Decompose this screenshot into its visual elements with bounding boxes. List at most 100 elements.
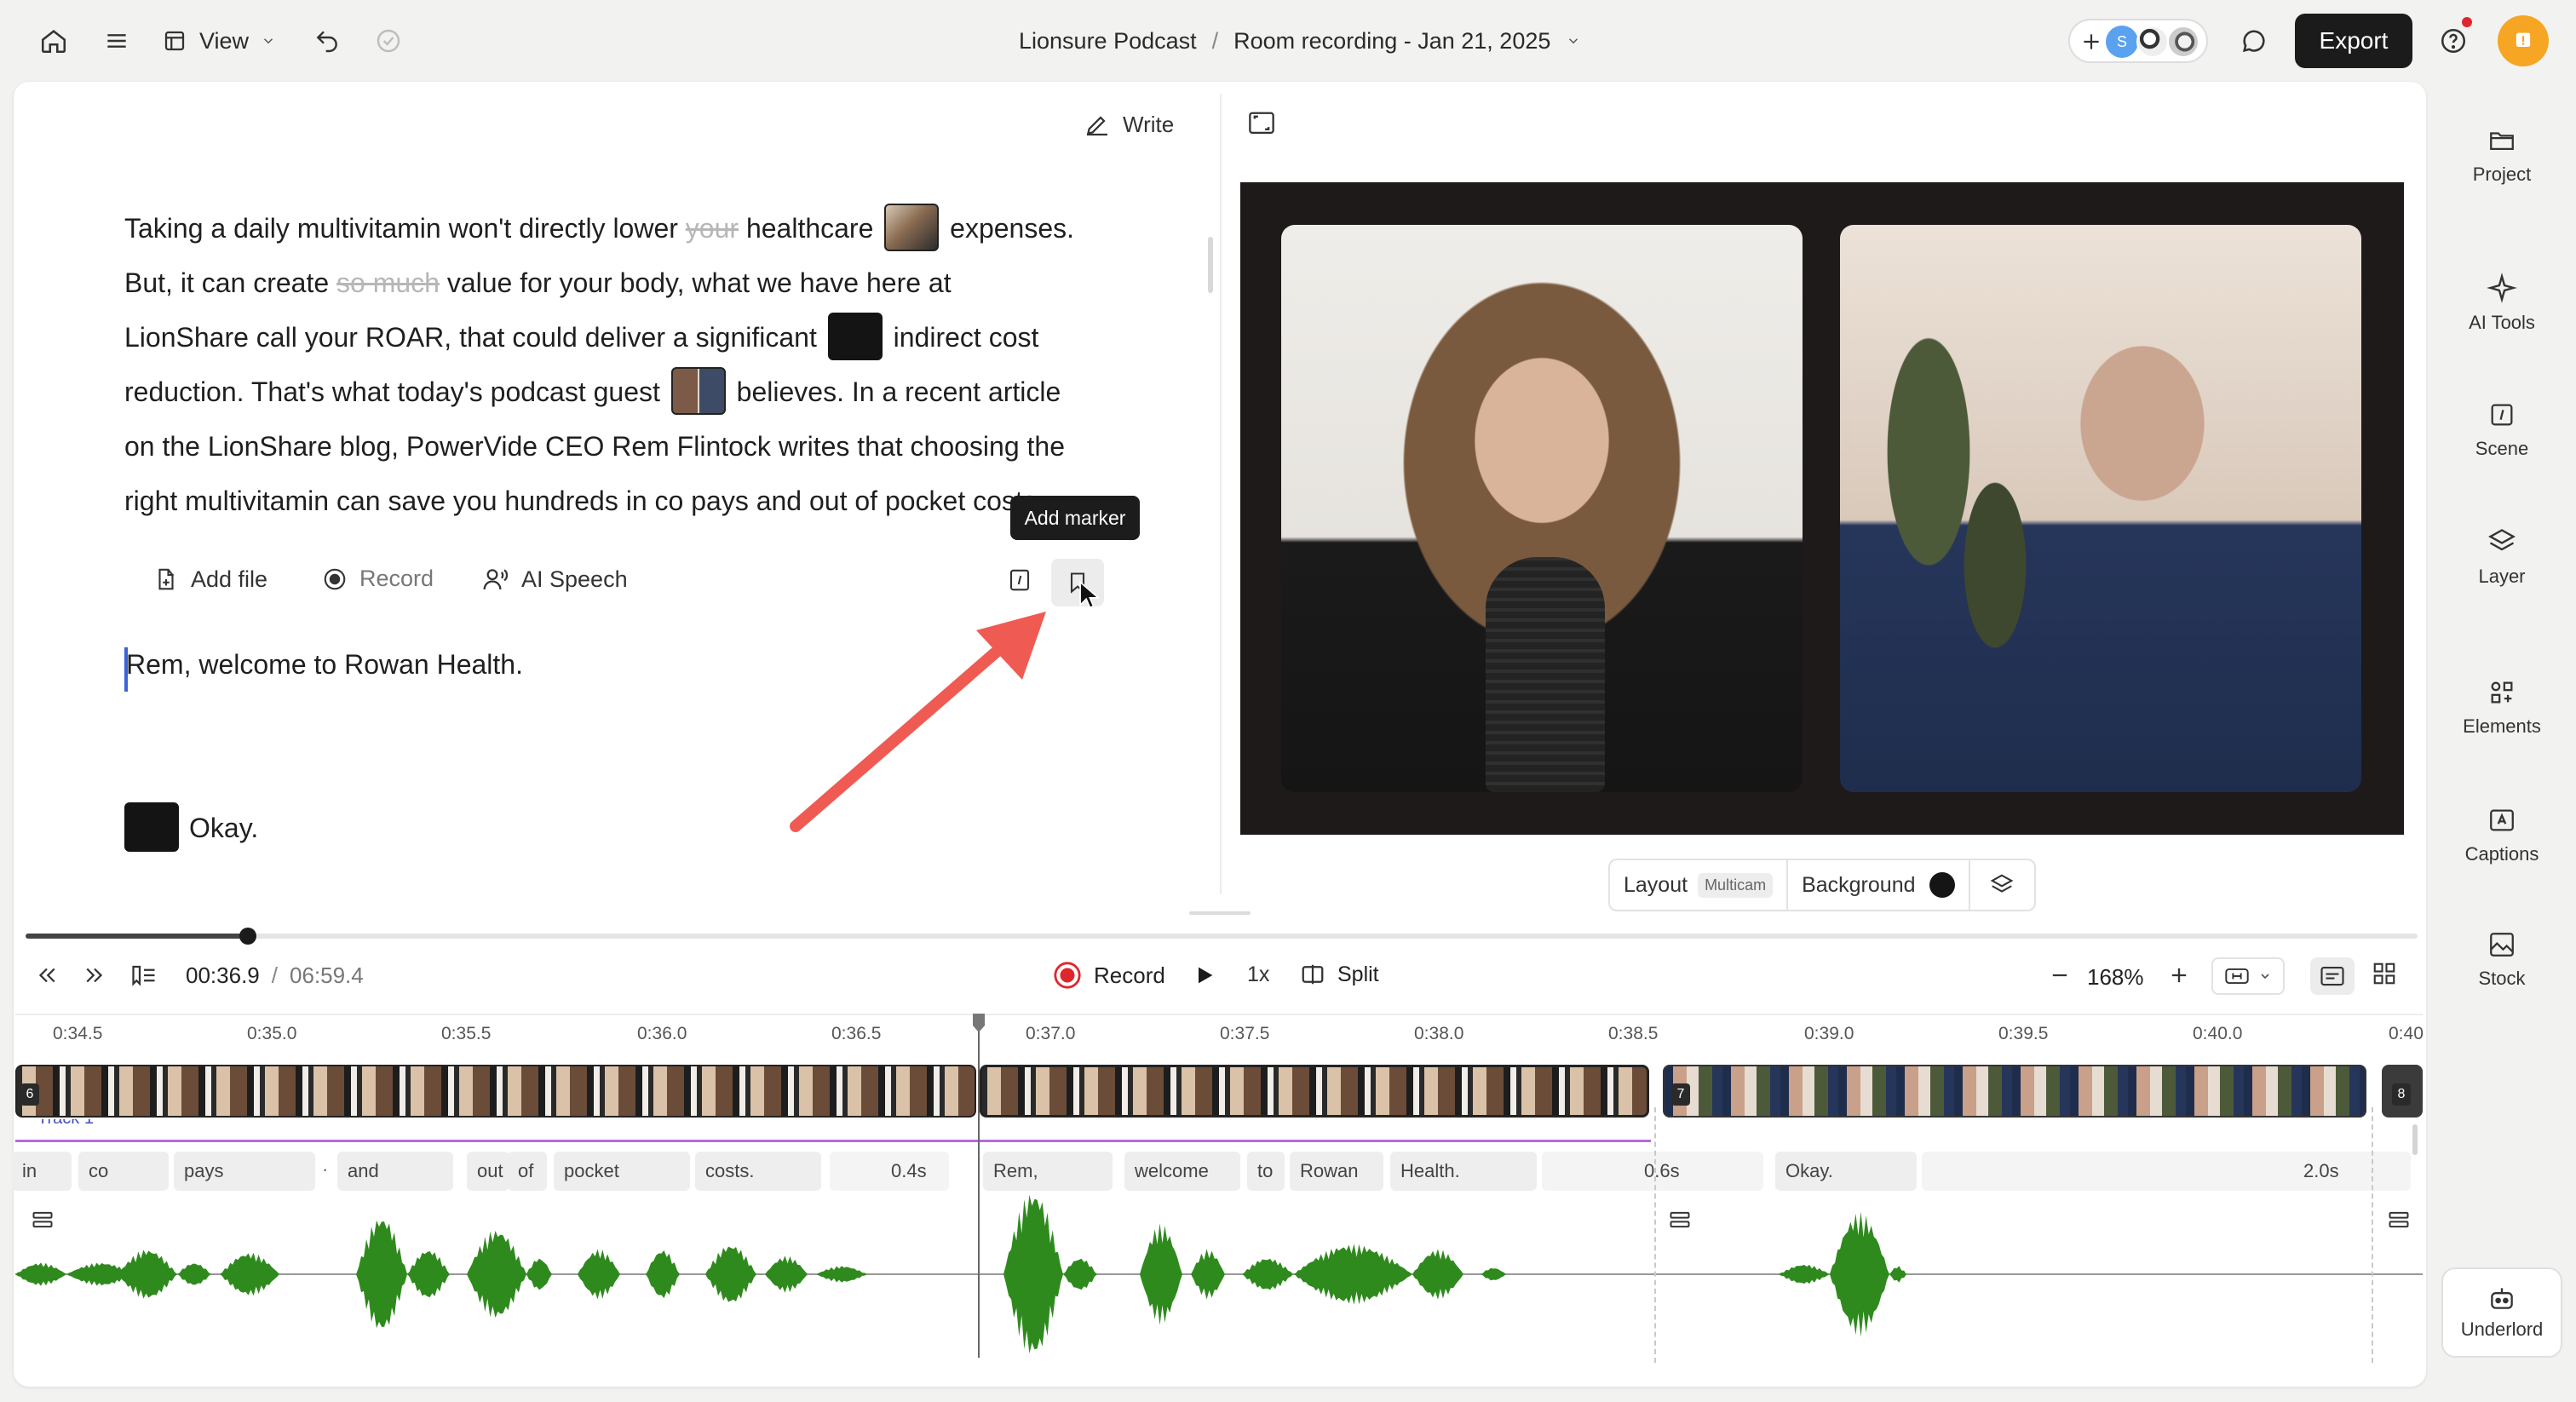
waveform-burst — [646, 1250, 680, 1299]
time-separator: / — [271, 962, 278, 988]
recording-name[interactable]: Room recording - Jan 21, 2025 — [1233, 28, 1550, 55]
collaborators-group[interactable]: S — [2068, 19, 2208, 63]
sidebar-item-elements[interactable]: Elements — [2438, 678, 2566, 738]
playback-speed[interactable]: 1x — [1247, 962, 1269, 987]
layout-button[interactable]: Layout Multicam — [1610, 860, 1789, 910]
word-gap-dot: · — [322, 1158, 329, 1180]
grid-view-icon[interactable] — [2372, 961, 2401, 990]
sidebar-item-ai-tools[interactable]: AI Tools — [2438, 273, 2566, 334]
notification-icon[interactable] — [2498, 15, 2549, 66]
rewind-icon[interactable] — [34, 962, 63, 991]
waveform-burst — [1242, 1258, 1293, 1290]
scene-thumbnail[interactable] — [827, 312, 883, 360]
layers-icon — [1990, 874, 2014, 893]
sidebar-item-stock[interactable]: Stock — [2438, 930, 2566, 990]
progress-knob[interactable] — [239, 928, 257, 945]
clip-boundary — [2372, 1107, 2373, 1363]
script-paragraph-3[interactable]: Okay. — [189, 801, 258, 855]
camera-feed-host — [1281, 225, 1803, 792]
timeline-record-button[interactable]: Record — [1053, 961, 1165, 990]
play-icon[interactable] — [1193, 962, 1218, 990]
fast-forward-icon[interactable] — [82, 962, 111, 991]
record-icon — [1054, 962, 1081, 989]
resize-handle[interactable] — [1189, 911, 1251, 915]
split-label: Split — [1337, 962, 1379, 986]
audio-waveform[interactable] — [15, 1184, 2423, 1363]
script-scrollbar[interactable] — [1208, 237, 1213, 293]
script-paragraph-2[interactable]: Rem, welcome to Rowan Health. — [126, 637, 523, 692]
scene-thumbnail[interactable] — [884, 203, 940, 251]
waveform-burst — [1481, 1267, 1506, 1281]
home-icon[interactable] — [34, 24, 73, 58]
sidebar-item-project[interactable]: Project — [2438, 126, 2566, 186]
record-label: Record — [359, 566, 434, 591]
undo-icon[interactable] — [310, 24, 344, 58]
help-icon[interactable] — [2436, 17, 2472, 58]
ai-speech-icon — [483, 569, 509, 590]
video-preview[interactable] — [1240, 182, 2404, 835]
timeline-scrollbar[interactable] — [2412, 1124, 2418, 1155]
progress-fill — [26, 934, 249, 939]
annotation-arrow-icon — [790, 612, 1046, 832]
chevron-down-icon[interactable] — [1566, 33, 1581, 49]
playhead[interactable] — [978, 1014, 980, 1358]
scene-break-icon[interactable] — [1007, 567, 1034, 595]
clip-number: 6 — [20, 1083, 39, 1106]
record-button[interactable]: Record — [322, 566, 434, 592]
script-paragraph[interactable]: Taking a daily multivitamin won't direct… — [124, 201, 1198, 528]
markers-list-icon[interactable] — [129, 962, 160, 991]
comment-icon[interactable] — [2237, 24, 2271, 58]
ruler-tick-label: 0:38.5 — [1608, 1024, 1659, 1043]
write-mode-button[interactable]: Write — [1084, 107, 1174, 141]
sidebar-item-layer[interactable]: Layer — [2438, 526, 2566, 588]
split-button[interactable]: Split — [1300, 961, 1379, 988]
script-text: But, it can create — [124, 267, 330, 298]
layers-icon — [2488, 529, 2516, 551]
waveform-burst — [177, 1263, 211, 1285]
underlord-button[interactable]: Underlord — [2441, 1267, 2562, 1358]
layout-icon — [164, 31, 185, 51]
video-clip-selected[interactable] — [980, 1065, 1649, 1118]
playback-progress-track[interactable] — [26, 928, 2418, 945]
add-file-button[interactable]: Add file — [153, 566, 267, 593]
breadcrumb: Lionsure Podcast / Room recording - Jan … — [1019, 26, 1581, 56]
sidebar-item-scene[interactable]: Scene — [2438, 400, 2566, 460]
ruler-tick-label: 0:39.0 — [1804, 1024, 1854, 1043]
playhead-handle-icon[interactable] — [971, 1014, 986, 1032]
waveform-burst — [816, 1266, 867, 1283]
project-name[interactable]: Lionsure Podcast — [1019, 28, 1197, 55]
video-clip[interactable] — [1663, 1065, 2366, 1118]
menu-icon[interactable] — [97, 24, 136, 58]
sidebar-item-label: Captions — [2464, 843, 2539, 865]
waveform-burst — [578, 1249, 620, 1300]
sidebar-item-label: AI Tools — [2469, 312, 2535, 333]
pause-duration: 0.4s — [891, 1160, 927, 1181]
track-view-toggle[interactable] — [2310, 957, 2355, 995]
layers-button[interactable] — [1970, 860, 2034, 910]
sidebar-item-label: Elements — [2463, 715, 2541, 737]
ai-speech-button[interactable]: AI Speech — [482, 566, 628, 593]
add-file-icon — [158, 568, 174, 590]
scene-thumbnail[interactable] — [670, 366, 726, 415]
ruler-tick-label: 0:37.5 — [1220, 1024, 1270, 1043]
scene-thumbnail[interactable] — [124, 802, 179, 852]
zoom-in-icon[interactable] — [2167, 962, 2191, 990]
microphone-icon — [1486, 557, 1605, 792]
expand-icon[interactable] — [1247, 111, 1276, 136]
ruler-tick-label: 0:40.0 — [2193, 1024, 2243, 1043]
underlord-label: Underlord — [2460, 1319, 2544, 1340]
video-clip[interactable] — [15, 1065, 976, 1118]
stock-icon — [2490, 933, 2514, 957]
background-button[interactable]: Background — [1788, 860, 1970, 910]
time-display: 00:36.9 / 06:59.4 — [186, 962, 364, 989]
avatar: S — [2106, 26, 2138, 58]
view-menu[interactable]: View — [162, 20, 290, 61]
zoom-out-icon[interactable] — [2048, 962, 2072, 990]
script-text: reduction. That's what today's podcast g… — [124, 376, 660, 407]
ruler-tick-label: 0:35.0 — [247, 1024, 297, 1043]
clip-number: 7 — [1671, 1083, 1690, 1106]
snap-toggle[interactable] — [2211, 957, 2285, 995]
layout-value: Multicam — [1698, 872, 1774, 898]
sidebar-item-captions[interactable]: Captions — [2438, 806, 2566, 865]
export-button[interactable]: Export — [2295, 14, 2412, 68]
